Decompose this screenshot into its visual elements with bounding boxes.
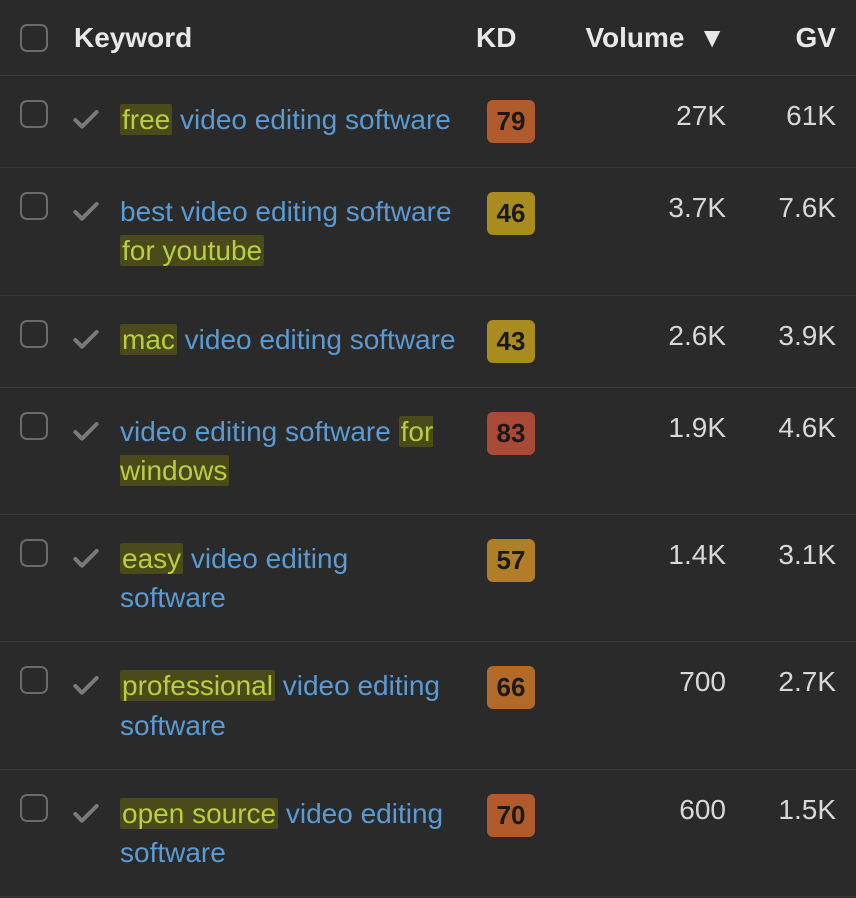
checkmark-icon <box>70 798 102 837</box>
keyword-link[interactable]: free video editing software <box>120 104 451 135</box>
row-checkbox[interactable] <box>20 539 48 567</box>
gv-value: 61K <box>726 100 836 132</box>
keyword-highlight: free <box>120 104 172 135</box>
gv-value: 7.6K <box>726 192 836 224</box>
table-row: open source video editing software 70 6001… <box>0 770 856 897</box>
volume-value: 700 <box>556 666 726 698</box>
column-header-kd[interactable]: KD <box>466 22 556 54</box>
keyword-table: Keyword KD Volume ▼ GV free video editin… <box>0 0 856 897</box>
sort-desc-icon: ▼ <box>698 22 726 54</box>
table-row: video editing software for windows 83 1.9K… <box>0 388 856 515</box>
row-checkbox[interactable] <box>20 794 48 822</box>
keyword-highlight: professional <box>120 670 275 701</box>
table-header-row: Keyword KD Volume ▼ GV <box>0 0 856 76</box>
column-header-volume[interactable]: Volume ▼ <box>556 22 726 54</box>
table-row: mac video editing software 43 2.6K3.9K <box>0 296 856 388</box>
keyword-link[interactable]: professional video editing software <box>120 670 440 740</box>
keyword-link[interactable]: mac video editing software <box>120 324 456 355</box>
column-header-volume-label: Volume <box>585 22 684 53</box>
checkmark-icon <box>70 104 102 143</box>
keyword-link[interactable]: best video editing software for youtube <box>120 196 452 266</box>
kd-badge: 79 <box>487 100 535 143</box>
checkmark-icon <box>70 670 102 709</box>
kd-badge: 43 <box>487 320 535 363</box>
keyword-highlight: for youtube <box>120 235 264 266</box>
keyword-highlight: mac <box>120 324 177 355</box>
keyword-text: video editing software <box>120 416 399 447</box>
row-checkbox[interactable] <box>20 666 48 694</box>
gv-value: 4.6K <box>726 412 836 444</box>
select-all-checkbox[interactable] <box>20 24 48 52</box>
volume-value: 600 <box>556 794 726 826</box>
gv-value: 2.7K <box>726 666 836 698</box>
checkmark-icon <box>70 416 102 455</box>
keyword-highlight: easy <box>120 543 183 574</box>
keyword-link[interactable]: easy video editing software <box>120 543 348 613</box>
volume-value: 3.7K <box>556 192 726 224</box>
table-row: professional video editing software 66 700… <box>0 642 856 769</box>
checkmark-icon <box>70 196 102 235</box>
kd-badge: 66 <box>487 666 535 709</box>
volume-value: 2.6K <box>556 320 726 352</box>
row-checkbox[interactable] <box>20 192 48 220</box>
keyword-highlight: open source <box>120 798 278 829</box>
kd-badge: 46 <box>487 192 535 235</box>
kd-badge: 83 <box>487 412 535 455</box>
keyword-link[interactable]: open source video editing software <box>120 798 443 868</box>
column-header-gv[interactable]: GV <box>726 22 836 54</box>
column-header-keyword[interactable]: Keyword <box>74 18 466 57</box>
row-checkbox[interactable] <box>20 100 48 128</box>
keyword-text: video editing software <box>172 104 451 135</box>
volume-value: 1.4K <box>556 539 726 571</box>
row-checkbox[interactable] <box>20 320 48 348</box>
gv-value: 1.5K <box>726 794 836 826</box>
volume-value: 27K <box>556 100 726 132</box>
table-row: easy video editing software 57 1.4K3.1K <box>0 515 856 642</box>
row-checkbox[interactable] <box>20 412 48 440</box>
kd-badge: 57 <box>487 539 535 582</box>
keyword-link[interactable]: video editing software for windows <box>120 416 433 486</box>
kd-badge: 70 <box>487 794 535 837</box>
table-row: best video editing software for youtube 4… <box>0 168 856 295</box>
table-row: free video editing software 79 27K61K <box>0 76 856 168</box>
volume-value: 1.9K <box>556 412 726 444</box>
gv-value: 3.9K <box>726 320 836 352</box>
checkmark-icon <box>70 543 102 582</box>
gv-value: 3.1K <box>726 539 836 571</box>
keyword-text: video editing software <box>177 324 456 355</box>
checkmark-icon <box>70 324 102 363</box>
keyword-text: best video editing software <box>120 196 452 227</box>
